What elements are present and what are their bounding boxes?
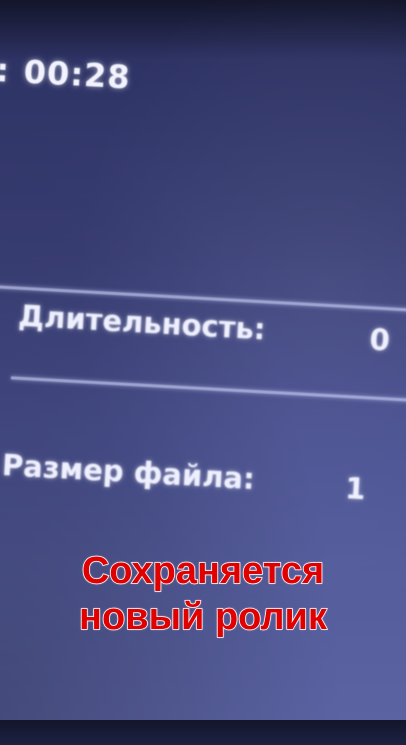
divider	[10, 376, 406, 403]
duration-value: 0	[368, 322, 391, 358]
timer-prefix: :	[0, 51, 11, 90]
caption-line-2: новый ролик	[78, 595, 327, 639]
video-caption: Сохраняется новый ролик	[0, 548, 406, 640]
duration-label: Длительность:	[17, 298, 267, 347]
duration-row: Длительность: 0	[17, 298, 390, 358]
timer-value: 00:28	[22, 52, 132, 97]
file-size-label: Размер файла:	[1, 447, 256, 497]
file-size-row: Размер файла: 1	[1, 447, 366, 506]
caption-line-1: Сохраняется	[81, 549, 325, 593]
recording-timer: :00:28	[0, 51, 132, 96]
file-size-value: 1	[344, 471, 367, 507]
